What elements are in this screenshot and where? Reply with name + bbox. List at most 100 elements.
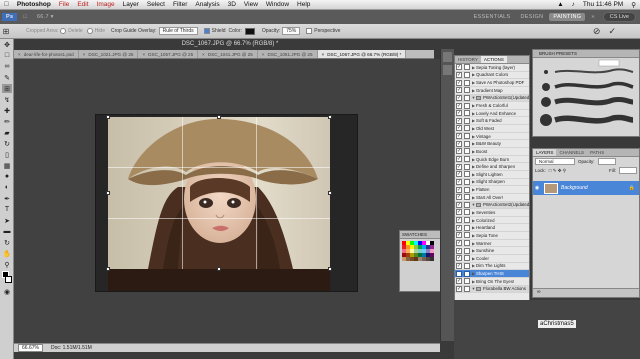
dialog-toggle-checkbox[interactable] [464, 117, 470, 124]
dialog-toggle-checkbox[interactable] [464, 270, 470, 277]
action-row[interactable]: ✓ ▶ Soft & Faded [455, 117, 529, 126]
action-toggle-checkbox[interactable]: ✓ [456, 163, 462, 170]
action-row[interactable]: ✓ ▶ Warmer [455, 240, 529, 248]
menu-3d[interactable]: 3D [224, 1, 240, 8]
tab-actions[interactable]: ACTIONS [480, 56, 507, 63]
action-toggle-checkbox[interactable]: ✓ [456, 64, 462, 71]
spotlight-icon[interactable]: ⚲ [627, 1, 640, 9]
dialog-toggle-checkbox[interactable] [464, 285, 470, 292]
clone-stamp-tool-icon[interactable]: ▰ [2, 128, 12, 137]
commit-icon[interactable]: ✓ [608, 26, 616, 37]
tab-document-active[interactable]: × DSC_1067.JPG @ 66.7% (RGB/8) * [317, 50, 407, 58]
eyedropper-tool-icon[interactable]: ↯ [2, 95, 12, 104]
crop-tool-icon[interactable]: ⊞ [2, 84, 12, 93]
action-toggle-checkbox[interactable]: ✓ [456, 87, 462, 94]
workspace-essentials[interactable]: ESSENTIALS [470, 13, 515, 21]
dialog-toggle-checkbox[interactable] [464, 262, 470, 269]
action-toggle-checkbox[interactable]: ✓ [456, 79, 462, 86]
action-row[interactable]: ✓ ▶ Boost [455, 148, 529, 156]
zoom-field[interactable]: 66.67% [18, 344, 43, 352]
menu-view[interactable]: View [240, 1, 262, 8]
action-row[interactable]: ✓ ▶ Heartland [455, 224, 529, 233]
lock-icon[interactable]: □ ✎ ✥ ⚲ [549, 168, 566, 174]
action-toggle-checkbox[interactable]: ✓ [456, 133, 462, 140]
menu-analysis[interactable]: Analysis [191, 1, 223, 8]
blend-mode-select[interactable]: Normal [535, 158, 575, 165]
action-toggle-checkbox[interactable]: ✓ [456, 255, 462, 262]
workspace-design[interactable]: DESIGN [517, 13, 548, 21]
workspace-painting[interactable]: PAINTING [549, 13, 586, 21]
color-picker-icon[interactable] [2, 271, 12, 285]
layer-opacity-field[interactable] [597, 158, 616, 165]
menu-image[interactable]: Image [93, 1, 119, 8]
tab-channels[interactable]: CHANNELS [556, 149, 587, 156]
action-toggle-checkbox[interactable]: ✓ [456, 94, 462, 101]
close-icon[interactable]: × [202, 52, 205, 57]
action-row[interactable]: ✓ ▶ Flatten [455, 186, 529, 194]
history-panel-icon[interactable] [443, 52, 452, 62]
dialog-toggle-checkbox[interactable] [464, 64, 470, 71]
dialog-toggle-checkbox[interactable] [464, 224, 470, 231]
menu-window[interactable]: Window [262, 1, 293, 8]
dialog-toggle-checkbox[interactable] [464, 79, 470, 86]
crop-handle[interactable] [106, 267, 110, 271]
swatches-grid[interactable] [400, 239, 440, 263]
quick-mask-icon[interactable]: ◉ [2, 287, 12, 296]
tab-document[interactable]: × DSC_1041.JPG @ 25 [198, 50, 258, 58]
action-row[interactable]: ✓ ▶ Dim The Lights [455, 262, 529, 271]
action-row[interactable]: ✓ ▶ Define and Sharpen [455, 163, 529, 171]
action-toggle-checkbox[interactable]: ✓ [456, 148, 462, 155]
menu-layer[interactable]: Layer [119, 1, 143, 8]
desktop-file-label[interactable]: aChristmas5 [538, 320, 576, 328]
action-toggle-checkbox[interactable]: ✓ [456, 217, 462, 224]
action-row[interactable]: ✓ ▶ Lovely And Enhance [455, 110, 529, 118]
type-tool-icon[interactable]: T [2, 205, 12, 214]
action-toggle-checkbox[interactable]: ✓ [456, 117, 462, 124]
dialog-toggle-checkbox[interactable] [464, 240, 470, 247]
action-row[interactable]: ✓ ▶ Seventies [455, 209, 529, 217]
dialog-toggle-checkbox[interactable] [464, 156, 470, 162]
shape-tool-icon[interactable]: ▬ [2, 227, 12, 236]
tab-paths[interactable]: PATHS [587, 149, 607, 156]
wifi-icon[interactable]: ▲ [553, 1, 567, 8]
move-tool-icon[interactable]: ✥ [2, 40, 12, 49]
apple-icon[interactable]:  [0, 1, 13, 8]
action-toggle-checkbox[interactable]: ✓ [456, 262, 462, 269]
gradient-tool-icon[interactable]: ▦ [2, 161, 12, 170]
crop-handle[interactable] [217, 115, 221, 119]
menu-app[interactable]: Photoshop [13, 1, 55, 8]
lasso-tool-icon[interactable]: ∞ [2, 62, 12, 71]
action-toggle-checkbox[interactable]: ✓ [456, 224, 462, 231]
dialog-toggle-checkbox[interactable] [464, 94, 470, 101]
layer-name[interactable]: Background [561, 185, 588, 191]
action-row[interactable]: ✓ ▶ Sepia Tone [455, 232, 529, 240]
action-row[interactable]: ✓ ▶ Bring On The Eyes! [455, 278, 529, 286]
brush-stroke-previews[interactable] [533, 58, 639, 136]
healing-tool-icon[interactable]: ✚ [2, 106, 12, 115]
dialog-toggle-checkbox[interactable] [464, 110, 470, 117]
brush-tool-icon[interactable]: ✏ [2, 117, 12, 126]
tab-document[interactable]: × DSC_1021.JPG @ 25 [78, 50, 139, 58]
dialog-toggle-checkbox[interactable] [464, 178, 470, 185]
action-row[interactable]: ✓ ▶ Fresh & Colorful [455, 102, 529, 110]
dodge-tool-icon[interactable]: ◐ [2, 183, 12, 192]
3d-rotate-tool-icon[interactable]: ↻ [2, 238, 12, 247]
overlay-select[interactable]: Rule of Thirds [158, 27, 198, 35]
crop-handle[interactable] [106, 115, 110, 119]
link-icon[interactable]: ∞ [533, 289, 541, 295]
menu-filter[interactable]: Filter [169, 1, 191, 8]
actions-panel-icon[interactable] [443, 65, 452, 75]
action-row[interactable]: ✓ ▶ Start All Over! [455, 194, 529, 202]
dialog-toggle-checkbox[interactable] [464, 186, 470, 193]
menu-help[interactable]: Help [293, 1, 314, 8]
pen-tool-icon[interactable]: ✒ [2, 194, 12, 203]
dialog-toggle-checkbox[interactable] [464, 278, 470, 285]
tab-document[interactable]: × DSC_1057.JPG @ 25 [138, 50, 199, 58]
screen-mode-icon[interactable]: □ [19, 13, 31, 21]
photo-crop-region[interactable] [108, 117, 330, 269]
fill-field[interactable] [619, 167, 637, 174]
crop-handle[interactable] [328, 191, 332, 195]
dialog-toggle-checkbox[interactable] [464, 140, 470, 147]
action-toggle-checkbox[interactable]: ✓ [456, 247, 462, 254]
workspace-more-icon[interactable]: » [587, 13, 598, 21]
